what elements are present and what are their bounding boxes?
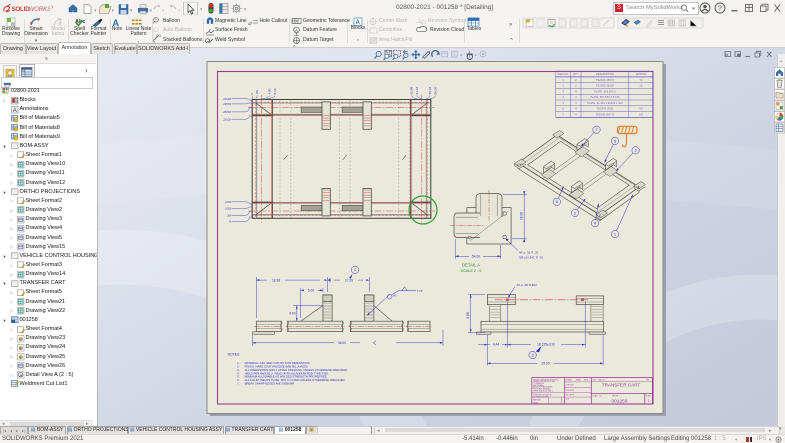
svg-text:4.00: 4.00 — [225, 200, 231, 204]
svg-text:60.88: 60.88 — [410, 86, 414, 94]
svg-text:QTY.: QTY. — [573, 72, 579, 76]
svg-text:0: 0 — [250, 93, 254, 95]
svg-text:2X ⌀ .38 THRU: 2X ⌀ .38 THRU — [516, 283, 536, 287]
svg-text:▾: ▾ — [162, 8, 165, 14]
svg-text:⌃: ⌃ — [509, 38, 514, 45]
svg-text:TRANSFER CART: TRANSFER CART — [602, 383, 641, 388]
svg-text:⌀: ⌀ — [248, 21, 252, 27]
svg-text:DETAIL A: DETAIL A — [462, 262, 480, 267]
svg-text:25.00: 25.00 — [223, 117, 231, 121]
svg-text:WORKS: WORKS — [29, 6, 51, 13]
svg-text:5.0: 5.0 — [639, 113, 643, 117]
svg-text:DWG. NO.: DWG. NO. — [598, 380, 606, 382]
svg-text:INTERPRET GEOMETRIC: INTERPRET GEOMETRIC — [533, 395, 553, 397]
svg-text:▾: ▾ — [475, 52, 477, 57]
svg-text:UNLESS OTHERWISE SPECIFIED:: UNLESS OTHERWISE SPECIFIED: — [533, 379, 559, 381]
svg-text:4.50: 4.50 — [268, 88, 272, 94]
svg-text:PLATE .5X7.5X4 X 6.125: PLATE .5X7.5X4 X 6.125 — [590, 95, 620, 99]
svg-text:28.50: 28.50 — [223, 102, 231, 106]
svg-text:TS2X3X.25X5: TS2X3X.25X5 — [597, 107, 614, 111]
svg-text:17.29: 17.29 — [345, 278, 353, 282]
svg-text:NOTES:: NOTES: — [228, 353, 241, 357]
svg-text:SHEET: SHEET — [646, 396, 651, 398]
svg-text:3.50: 3.50 — [225, 206, 231, 210]
svg-text:▾: ▾ — [150, 8, 153, 14]
svg-text:61.44: 61.44 — [415, 86, 419, 94]
svg-text:BREAK SHARP EDGES AND DEBURR.: BREAK SHARP EDGES AND DEBURR. — [245, 382, 296, 386]
svg-text:8.88: 8.88 — [466, 312, 470, 318]
svg-text:54.00: 54.00 — [472, 255, 480, 259]
svg-text:FINISH: FINISH — [533, 402, 539, 404]
svg-text:1: 1 — [648, 399, 650, 403]
svg-text:7.: 7. — [237, 382, 240, 386]
svg-text:TS2X2X.25X72: TS2X2X.25X72 — [596, 78, 614, 82]
svg-text:4.00: 4.00 — [289, 311, 295, 315]
svg-text:LENGTH: LENGTH — [636, 72, 647, 76]
svg-text:WEIGHT:: WEIGHT: — [612, 396, 619, 398]
svg-text:29.00: 29.00 — [223, 97, 231, 101]
svg-text:.50: .50 — [227, 214, 232, 218]
svg-text:▾: ▾ — [178, 8, 181, 14]
svg-text:OO: OO — [156, 34, 161, 38]
svg-text:A: A — [295, 28, 298, 33]
svg-text:25.50: 25.50 — [223, 110, 231, 114]
svg-text:»: » — [509, 22, 513, 28]
svg-text:PLATE .5X5.5X5.5: PLATE .5X5.5X5.5 — [594, 89, 616, 93]
svg-text:▾: ▾ — [460, 52, 462, 57]
svg-text:▾: ▾ — [130, 8, 133, 14]
svg-text:18.125±.010: 18.125±.010 — [537, 343, 555, 347]
svg-text:?: ? — [718, 4, 722, 13]
svg-text:PLATE .31 2X4 1.312X4 1.312: PLATE .31 2X4 1.312X4 1.312 — [587, 101, 623, 105]
svg-text:SOLID: SOLID — [12, 6, 31, 13]
svg-text:29.00: 29.00 — [542, 361, 550, 365]
svg-text:▾: ▾ — [94, 8, 97, 14]
svg-text:4X ⌀ .31 ⊽ .37: 4X ⌀ .31 ⊽ .37 — [519, 251, 539, 255]
svg-text:45°: 45° — [393, 294, 397, 298]
svg-text:5.00: 5.00 — [308, 289, 314, 293]
svg-text:TYP: TYP — [417, 289, 423, 293]
svg-text:SIZE: SIZE — [593, 380, 597, 382]
svg-text:A: A — [20, 373, 23, 378]
svg-text:56.00: 56.00 — [433, 86, 437, 94]
svg-text:TS2X3X.25X.75: TS2X3X.25X.75 — [596, 113, 615, 117]
svg-text:ITEM NO.: ITEM NO. — [557, 72, 569, 76]
svg-text:28.00: 28.00 — [520, 212, 524, 220]
svg-text:?: ? — [155, 18, 157, 22]
svg-text:A: A — [12, 108, 16, 114]
svg-text:18.38: 18.38 — [272, 278, 280, 282]
svg-text:DESCRIPTION: DESCRIPTION — [596, 72, 614, 76]
svg-text:4.44: 4.44 — [493, 343, 499, 347]
svg-text:3/8-16 UNC ⊽ .75: 3/8-16 UNC ⊽ .75 — [519, 256, 543, 260]
svg-text:36.00: 36.00 — [338, 341, 346, 345]
svg-text:▾: ▾ — [112, 8, 115, 14]
svg-text:5.13: 5.13 — [273, 88, 277, 94]
svg-text:.56: .56 — [255, 90, 259, 95]
svg-text:0: 0 — [229, 220, 231, 224]
svg-text:CHECKED: CHECKED — [566, 385, 575, 387]
svg-text:▾: ▾ — [244, 7, 247, 12]
svg-text:4.5: 4.5 — [639, 107, 643, 111]
svg-text:TS2X2X.25X26: TS2X2X.25X26 — [596, 84, 614, 88]
svg-text:55.44: 55.44 — [428, 86, 432, 94]
svg-text:001258: 001258 — [611, 398, 627, 404]
svg-text:▾: ▾ — [200, 7, 203, 12]
svg-text:SCALE 2 : 5: SCALE 2 : 5 — [461, 269, 482, 273]
